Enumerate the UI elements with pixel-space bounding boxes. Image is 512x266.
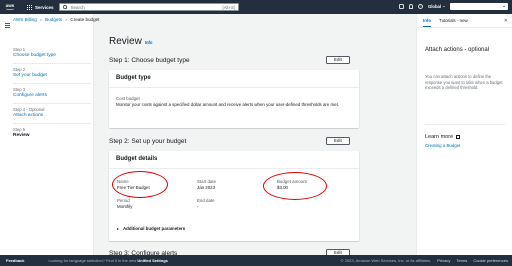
search-placeholder: Search <box>70 4 85 10</box>
period-field: Period Monthly <box>117 198 132 209</box>
divider <box>13 102 91 103</box>
step2-edit-button[interactable]: Edit <box>326 137 350 145</box>
divider <box>13 82 91 83</box>
account-menu[interactable] <box>450 3 508 10</box>
page-title-text: Review <box>109 36 142 47</box>
privacy-link[interactable]: Privacy <box>437 258 450 263</box>
language-prompt: Looking for language selection? Find it … <box>48 258 167 263</box>
divider <box>425 124 505 125</box>
search-shortcut: [Alt+S] <box>222 4 235 10</box>
chevron-right-icon: > <box>65 17 68 22</box>
wizard-step-3[interactable]: Step 3 Configure alerts <box>13 87 91 99</box>
start-date-value: Jan 2023 <box>197 184 216 190</box>
help-panel-tabs: Info Tutorials - new ✕ <box>417 14 512 28</box>
budget-type-card: Budget type Cost budget Monitor your cos… <box>109 70 359 128</box>
aws-logo[interactable]: aws <box>4 2 16 12</box>
help-panel-title: Attach actions - optional <box>425 47 490 53</box>
language-prompt-text: Looking for language selection? Find it … <box>48 258 137 263</box>
feedback-link[interactable]: Feedback <box>6 258 24 263</box>
footer: Feedback Looking for language selection?… <box>0 255 512 266</box>
terms-link[interactable]: Terms <box>456 258 467 263</box>
wizard-step-2[interactable]: Step 2 Set your budget <box>13 67 91 79</box>
step1-edit-button[interactable]: Edit <box>326 56 350 64</box>
search-icon <box>63 5 67 9</box>
top-navigation-bar: aws Services Search [Alt+S] ? Global <box>0 0 512 14</box>
external-link-icon <box>456 134 460 139</box>
wizard-steps: Step 1 Choose budget type Step 2 Set you… <box>13 47 91 145</box>
menu-icon[interactable] <box>5 23 10 29</box>
region-label: Global <box>427 4 441 9</box>
close-icon[interactable]: ✕ <box>504 18 508 24</box>
tab-info[interactable]: Info <box>423 18 432 27</box>
step1-heading: Step 1: Choose budget type <box>109 57 190 64</box>
annotation-circle-name <box>112 171 168 198</box>
wizard-step-5: Step 5 Review <box>13 127 91 139</box>
breadcrumb-budgets[interactable]: Budgets <box>45 17 62 22</box>
search-input[interactable]: Search [Alt+S] <box>59 3 239 11</box>
breadcrumb-aws-billing[interactable]: AWS Billing <box>13 17 37 22</box>
step-link[interactable]: Choose budget type <box>13 53 91 59</box>
start-date-field: Start date Jan 2023 <box>197 179 216 190</box>
start-date-label: Start date <box>197 179 217 184</box>
end-date-value: - <box>197 203 199 209</box>
step-current: Review <box>13 132 30 138</box>
additional-parameters-expander[interactable]: Additional budget parameters <box>117 226 185 231</box>
tab-tutorials[interactable]: Tutorials - new <box>439 18 468 23</box>
notifications-bell-icon[interactable] <box>408 4 413 9</box>
wizard-side-navigation: AWS Billing > Budgets > Create budget St… <box>0 14 100 255</box>
divider <box>13 62 91 63</box>
learn-more-heading: Learn more <box>425 134 460 140</box>
annotation-circle-amount <box>263 172 327 200</box>
expander-label: Additional budget parameters <box>123 226 186 231</box>
card-title: Budget details <box>109 151 359 169</box>
help-panel: Info Tutorials - new ✕ Attach actions - … <box>416 14 512 255</box>
step-link[interactable]: Set your budget <box>13 73 91 79</box>
card-title: Budget type <box>109 70 359 88</box>
info-link[interactable]: Info <box>145 40 153 45</box>
cookie-preferences-link[interactable]: Cookie preferences <box>473 258 508 263</box>
caret-right-icon <box>117 227 119 230</box>
step2-heading: Step 2: Set up your budget <box>109 138 187 145</box>
creating-a-budget-link[interactable]: Creating a Budget <box>425 143 460 148</box>
chevron-down-icon <box>503 6 505 7</box>
learn-more-label: Learn more <box>425 134 454 140</box>
budget-type-description: Monitor your costs against a specified d… <box>116 101 340 107</box>
step-link[interactable]: Configure alerts <box>13 93 91 99</box>
services-grid-icon[interactable] <box>27 4 32 10</box>
breadcrumb: AWS Billing > Budgets > Create budget <box>13 17 100 22</box>
cloudshell-icon[interactable] <box>398 4 404 9</box>
divider <box>13 122 91 123</box>
copyright-text: © 2023, Amazon Web Services, Inc. or its… <box>340 258 432 263</box>
wizard-step-1[interactable]: Step 1 Choose budget type <box>13 47 91 59</box>
page-title: Review Info <box>109 36 152 47</box>
region-selector[interactable]: Global <box>428 4 445 9</box>
breadcrumb-current: Create budget <box>70 17 100 22</box>
help-panel-description: You can attach actions to define the res… <box>425 74 503 90</box>
chevron-down-icon <box>443 6 445 7</box>
step-link[interactable]: Attach actions <box>13 113 91 119</box>
end-date-label: End date <box>197 198 215 203</box>
unified-settings-link[interactable]: Unified Settings <box>137 258 167 263</box>
help-icon[interactable]: ? <box>417 4 423 9</box>
end-date-field: End date - <box>197 198 215 209</box>
period-value: Monthly <box>117 203 133 209</box>
services-menu[interactable]: Services <box>35 5 54 10</box>
chevron-right-icon: > <box>39 17 43 22</box>
wizard-step-4[interactable]: Step 4 - Optional Attach actions <box>13 107 91 119</box>
